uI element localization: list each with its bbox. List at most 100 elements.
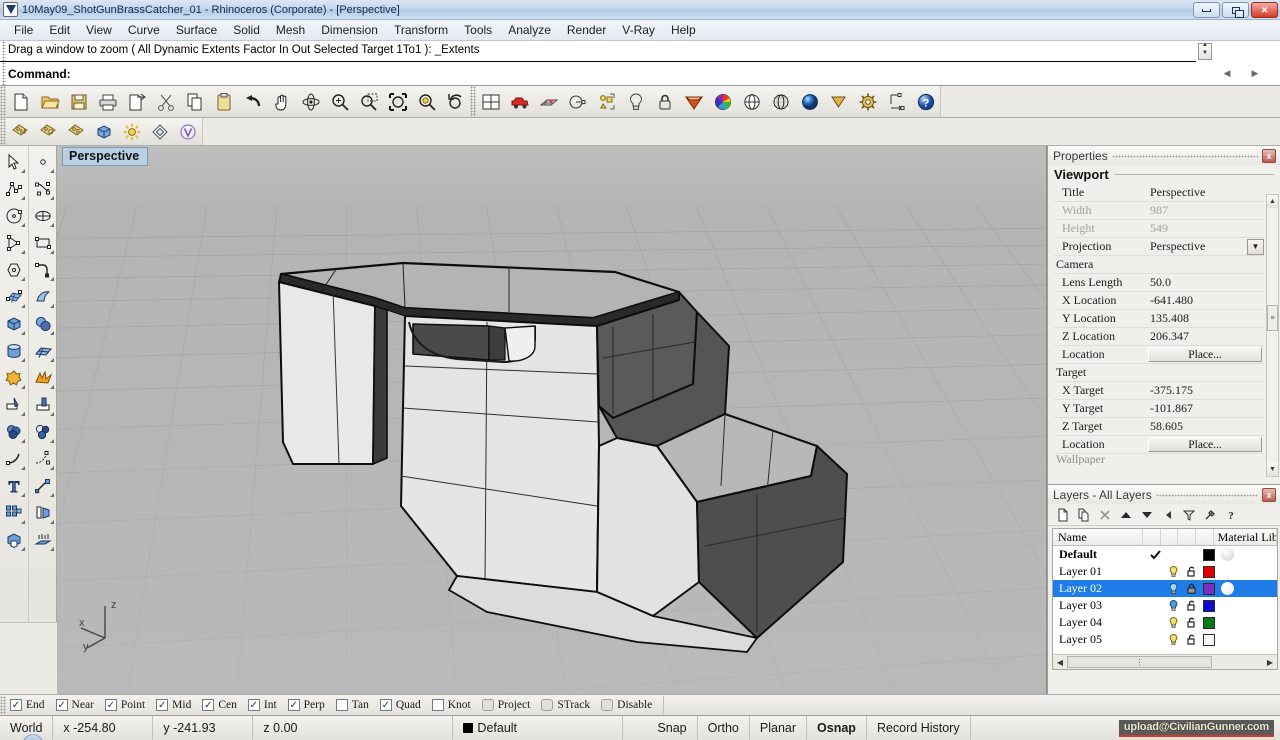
layer-color-swatch-layer-03[interactable] — [1200, 600, 1218, 612]
blue-box-icon[interactable] — [91, 120, 117, 144]
scrollbar-thumb[interactable]: ≡ — [1267, 305, 1278, 331]
scroll-down-icon[interactable]: ▼ — [1267, 463, 1278, 476]
tag-move-icon[interactable]: M — [7, 120, 33, 144]
prop-row-y-target[interactable]: Y Target -101.867 — [1054, 400, 1264, 418]
properties-close-icon[interactable]: x — [1262, 149, 1276, 163]
toolbar2-grip[interactable] — [0, 118, 6, 145]
osnap-cen[interactable]: ✓ Cen — [202, 699, 237, 711]
menu-render[interactable]: Render — [559, 21, 614, 39]
restore-button[interactable] — [1222, 2, 1249, 18]
prop-value-title[interactable]: Perspective — [1148, 185, 1264, 200]
prop-value-x-location[interactable]: -641.480 — [1148, 293, 1264, 308]
prop-row-x-target[interactable]: X Target -375.175 — [1054, 382, 1264, 400]
checkbox-cen[interactable]: ✓ — [202, 699, 214, 711]
prop-row-lens-length[interactable]: Lens Length 50.0 — [1054, 274, 1264, 292]
camera-place-button[interactable]: Place... — [1148, 347, 1262, 362]
prop-value-x-target[interactable]: -375.175 — [1148, 383, 1264, 398]
paste-clipboard-icon[interactable] — [210, 89, 237, 115]
prop-row-x-location[interactable]: X Location -641.480 — [1054, 292, 1264, 310]
layer-name-layer-02[interactable]: Layer 02 — [1053, 581, 1146, 596]
layer-color-swatch-default[interactable] — [1200, 549, 1218, 561]
menu-view[interactable]: View — [78, 21, 120, 39]
layer-material-layer-02[interactable] — [1218, 582, 1236, 595]
prop-value-z-target[interactable]: 58.605 — [1148, 419, 1264, 434]
lock-icon-layer-02[interactable] — [1182, 582, 1200, 595]
prop-row-z-location[interactable]: Z Location 206.347 — [1054, 328, 1264, 346]
menu-dimension[interactable]: Dimension — [313, 21, 386, 39]
split-icon[interactable] — [30, 391, 56, 418]
layers-scrollbar-thumb[interactable]: ⋮ — [1067, 656, 1212, 668]
boolean-difference-icon[interactable] — [30, 418, 56, 445]
menu-transform[interactable]: Transform — [386, 21, 456, 39]
tag-flow-icon[interactable]: F — [63, 120, 89, 144]
menu-mesh[interactable]: Mesh — [268, 21, 313, 39]
prop-value-y-target[interactable]: -101.867 — [1148, 401, 1264, 416]
checkbox-int[interactable]: ✓ — [248, 699, 260, 711]
prop-value-lens-length[interactable]: 50.0 — [1148, 275, 1264, 290]
checkbox-knot[interactable] — [432, 699, 444, 711]
lock-icon[interactable] — [651, 89, 678, 115]
osnap-tan[interactable]: Tan — [336, 699, 369, 711]
text-tool-icon[interactable]: T — [1, 472, 27, 499]
checkbox-mid[interactable]: ✓ — [156, 699, 168, 711]
table-row[interactable]: Default — [1053, 546, 1277, 563]
point-icon[interactable] — [30, 148, 56, 175]
arrow-select-icon[interactable] — [1, 148, 27, 175]
vray-render-icon[interactable] — [825, 89, 852, 115]
offset-surface-icon[interactable] — [30, 526, 56, 553]
sphere-union-icon[interactable] — [30, 310, 56, 337]
osnap-mid[interactable]: ✓ Mid — [156, 699, 191, 711]
menu-solid[interactable]: Solid — [225, 21, 268, 39]
rotate-view-icon[interactable] — [297, 89, 324, 115]
layer-color-swatch-layer-05[interactable] — [1200, 634, 1218, 646]
solid-spheres-icon[interactable] — [1, 418, 27, 445]
undo-arrow-icon[interactable] — [239, 89, 266, 115]
command-scroll-spinner[interactable] — [1198, 43, 1212, 60]
menu-surface[interactable]: Surface — [168, 21, 225, 39]
rectangle-icon[interactable] — [30, 229, 56, 256]
trim-icon[interactable] — [1, 391, 27, 418]
planar-toggle[interactable]: Planar — [750, 716, 807, 740]
layers-table[interactable]: Name Material Lib Default Layer 01 — [1052, 528, 1278, 670]
car-render-icon[interactable] — [506, 89, 533, 115]
osnap-quad[interactable]: ✓ Quad — [380, 699, 421, 711]
light-bulb-icon-layer-01[interactable] — [1164, 565, 1182, 578]
menu-file[interactable]: File — [6, 21, 41, 39]
target-place-button[interactable]: Place... — [1148, 437, 1262, 452]
layer-color-swatch-layer-01[interactable] — [1200, 566, 1218, 578]
lock-icon-layer-05[interactable] — [1182, 633, 1200, 646]
layer-name-default[interactable]: Default — [1053, 547, 1146, 562]
tag-orient-icon[interactable]: O — [35, 120, 61, 144]
ortho-toggle[interactable]: Ortho — [698, 716, 750, 740]
boolean-union-icon[interactable] — [1, 364, 27, 391]
ground-plane-icon[interactable] — [535, 89, 562, 115]
menu-curve[interactable]: Curve — [120, 21, 168, 39]
prop-row-y-location[interactable]: Y Location 135.408 — [1054, 310, 1264, 328]
panel-drag-dots[interactable] — [1112, 151, 1258, 161]
light-bulb-icon[interactable] — [622, 89, 649, 115]
light-bulb-icon-layer-02[interactable] — [1164, 582, 1182, 595]
minimize-button[interactable] — [1193, 2, 1220, 18]
prop-value-y-location[interactable]: 135.408 — [1148, 311, 1264, 326]
object-properties-icon[interactable] — [593, 89, 620, 115]
menu-analyze[interactable]: Analyze — [500, 21, 559, 39]
osnap-disable[interactable]: Disable — [601, 699, 652, 711]
scroll-right-icon[interactable]: ▶ — [1263, 658, 1277, 667]
vray-options-icon[interactable] — [854, 89, 881, 115]
export-icon[interactable] — [123, 89, 150, 115]
help-question-icon[interactable]: ? — [912, 89, 939, 115]
mesh-plane-icon[interactable] — [30, 337, 56, 364]
sun-burst-icon[interactable] — [119, 120, 145, 144]
scale-icon[interactable] — [30, 472, 56, 499]
light-bulb-icon-layer-05[interactable] — [1164, 633, 1182, 646]
wireframe-sphere-icon[interactable] — [738, 89, 765, 115]
checkbox-point[interactable]: ✓ — [105, 699, 117, 711]
blend-curve-icon[interactable] — [30, 445, 56, 472]
current-layer-indicator[interactable]: Default — [453, 716, 623, 740]
osnap-grip[interactable] — [0, 696, 6, 714]
lock-icon-layer-04[interactable] — [1182, 616, 1200, 629]
osnap-perp[interactable]: ✓ Perp — [288, 699, 325, 711]
command-prompt-input[interactable]: Command: — [0, 63, 1196, 85]
menu-help[interactable]: Help — [663, 21, 704, 39]
ellipse-icon[interactable] — [30, 202, 56, 229]
